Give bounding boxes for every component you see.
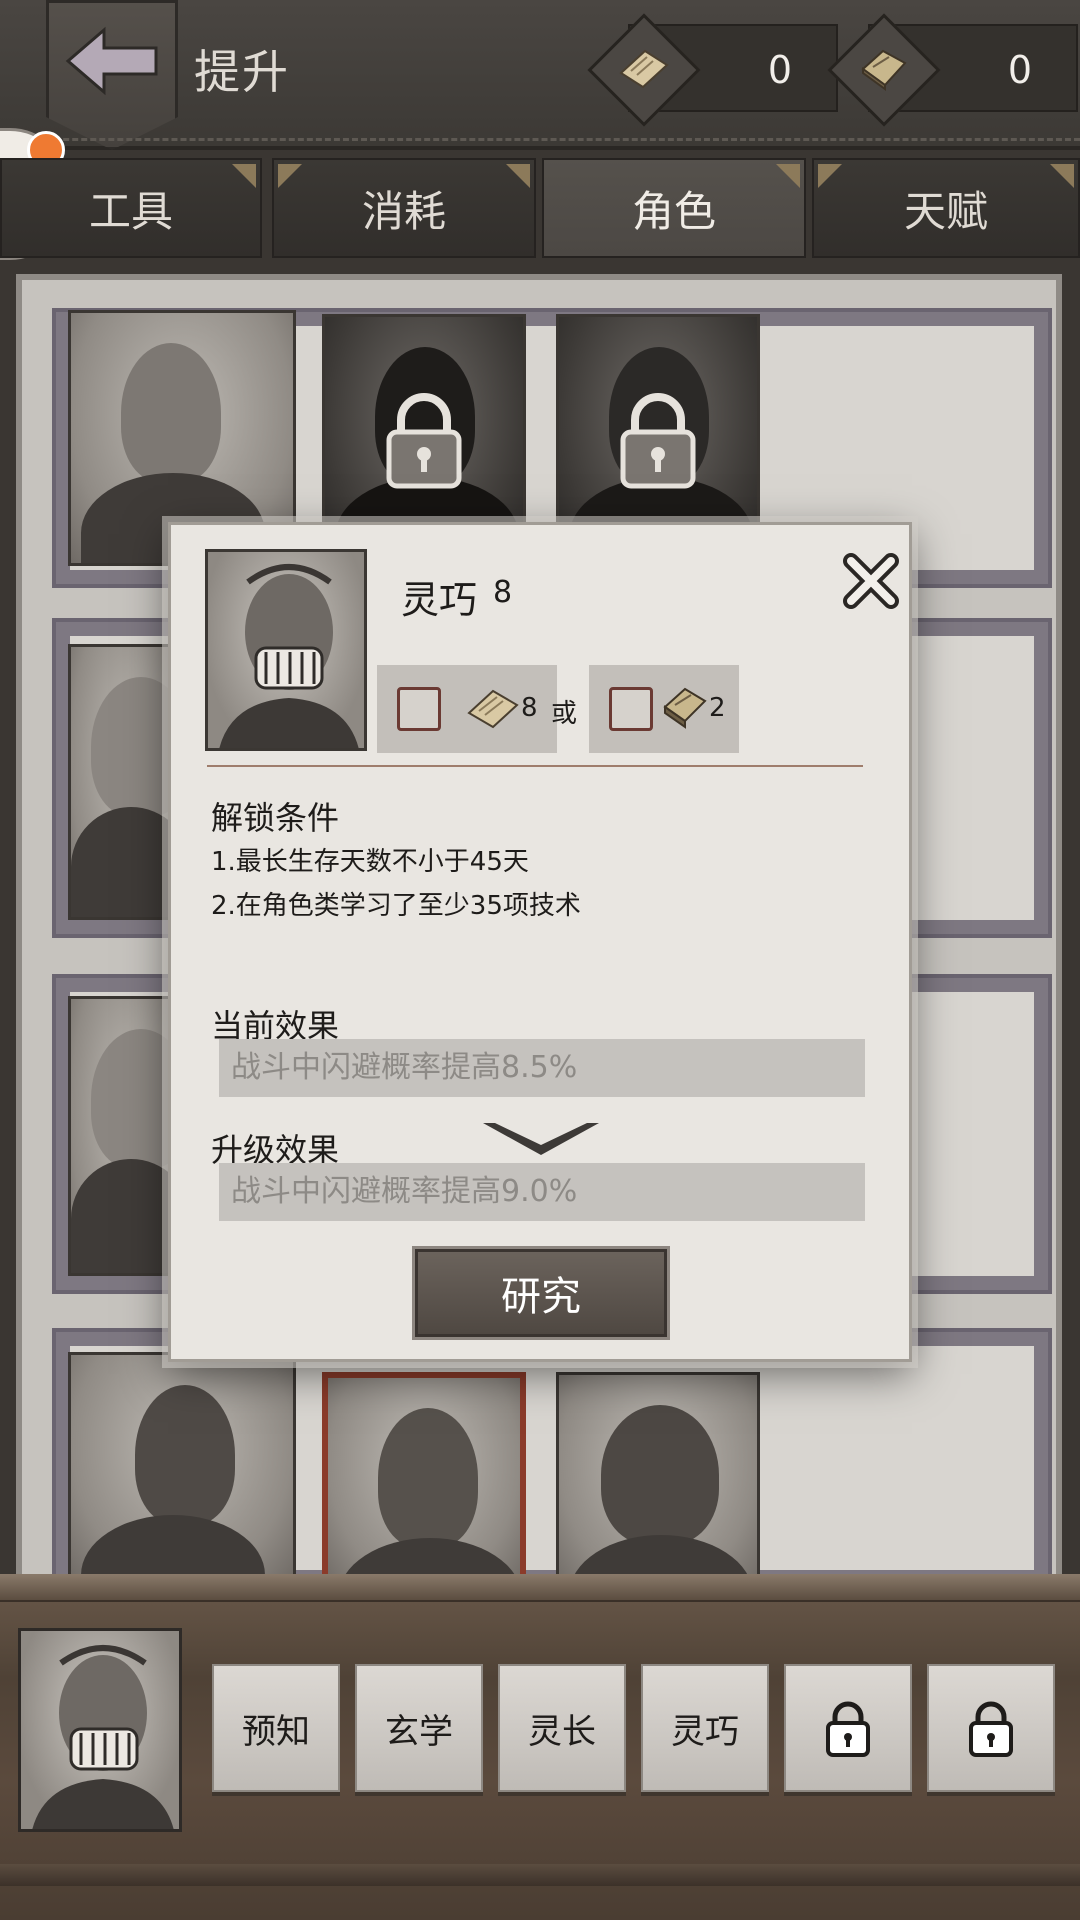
back-arrow-icon	[65, 26, 158, 96]
tab-characters[interactable]: 角色	[542, 158, 806, 258]
chevron-down-icon	[483, 1123, 599, 1155]
cost-option-book[interactable]: 2	[589, 665, 739, 753]
lock-icon	[386, 393, 462, 489]
skill-label: 玄学	[385, 1711, 453, 1752]
close-button[interactable]	[841, 551, 901, 611]
paper-scroll-icon	[616, 46, 672, 92]
current-character-portrait[interactable]	[18, 1628, 182, 1832]
lock-icon	[620, 393, 696, 489]
tab-label: 天赋	[903, 186, 988, 236]
paper-scroll-icon	[467, 689, 519, 729]
skill-button-locked[interactable]	[784, 1664, 912, 1792]
tab-tools[interactable]: 工具	[0, 158, 262, 258]
skill-level: 8	[493, 575, 513, 610]
cost-checkbox[interactable]	[609, 687, 653, 731]
character-portrait-brute[interactable]	[556, 1372, 760, 1592]
top-header: 提升 0 0	[0, 0, 1080, 150]
skill-label: 灵巧	[671, 1711, 739, 1752]
cost-checkbox[interactable]	[397, 687, 441, 731]
skill-label: 预知	[242, 1711, 310, 1752]
currency-book-value: 0	[1007, 48, 1032, 92]
currency-paper: 0	[587, 13, 838, 127]
character-portrait-selected[interactable]	[322, 1372, 526, 1592]
currency-paper-value: 0	[767, 48, 792, 92]
tab-corner-decoration	[232, 164, 256, 188]
cost-amount: 2	[709, 693, 726, 723]
skill-detail-dialog: 灵巧 8 8 或 2 解锁条件 1.最长生存天数不小于45天 2.在角色类学习了…	[168, 522, 912, 1362]
cost-option-paper[interactable]: 8	[377, 665, 557, 753]
lock-icon	[969, 1701, 1013, 1757]
tab-label: 角色	[631, 186, 716, 236]
tab-label: 工具	[88, 186, 173, 236]
tab-consumables[interactable]: 消耗	[272, 158, 536, 258]
current-effect-text: 战斗中闪避概率提高8.5%	[219, 1039, 865, 1097]
cost-amount: 8	[521, 693, 538, 723]
tab-corner-decoration	[1050, 164, 1074, 188]
skill-name: 灵巧	[401, 578, 478, 622]
back-button[interactable]	[46, 0, 178, 150]
currency-book: 0	[827, 13, 1078, 127]
category-tabs: 工具 消耗 角色 天赋	[0, 158, 1080, 262]
book-icon	[856, 46, 912, 92]
unlock-condition: 2.在角色类学习了至少35项技术	[211, 891, 581, 921]
tab-label: 消耗	[361, 186, 446, 236]
research-button[interactable]: 研究	[415, 1249, 667, 1337]
tab-talents[interactable]: 天赋	[812, 158, 1080, 258]
skill-button-foresight[interactable]: 预知	[212, 1664, 340, 1792]
unlock-conditions-title: 解锁条件	[211, 799, 340, 837]
close-icon	[843, 553, 899, 609]
skill-button-agility[interactable]: 灵巧	[641, 1664, 769, 1792]
unlock-condition: 1.最长生存天数不小于45天	[211, 847, 529, 877]
upgrade-effect-text: 战斗中闪避概率提高9.0%	[219, 1163, 865, 1221]
dialog-character-portrait	[205, 549, 367, 751]
tab-corner-decoration	[278, 164, 302, 188]
book-icon	[663, 687, 707, 729]
lock-icon	[826, 1701, 870, 1757]
or-separator: 或	[551, 699, 578, 729]
skill-button-primate[interactable]: 灵长	[498, 1664, 626, 1792]
divider	[207, 765, 863, 767]
masked-man-portrait-icon	[32, 1645, 174, 1829]
skill-button-locked[interactable]	[927, 1664, 1055, 1792]
character-portrait-pirate[interactable]	[68, 1352, 296, 1584]
tab-corner-decoration	[818, 164, 842, 188]
skill-label: 灵长	[528, 1711, 596, 1752]
masked-man-portrait-icon	[219, 564, 359, 748]
page-title: 提升	[194, 45, 290, 99]
tab-corner-decoration	[506, 164, 530, 188]
tab-corner-decoration	[776, 164, 800, 188]
skill-button-mysticism[interactable]: 玄学	[355, 1664, 483, 1792]
